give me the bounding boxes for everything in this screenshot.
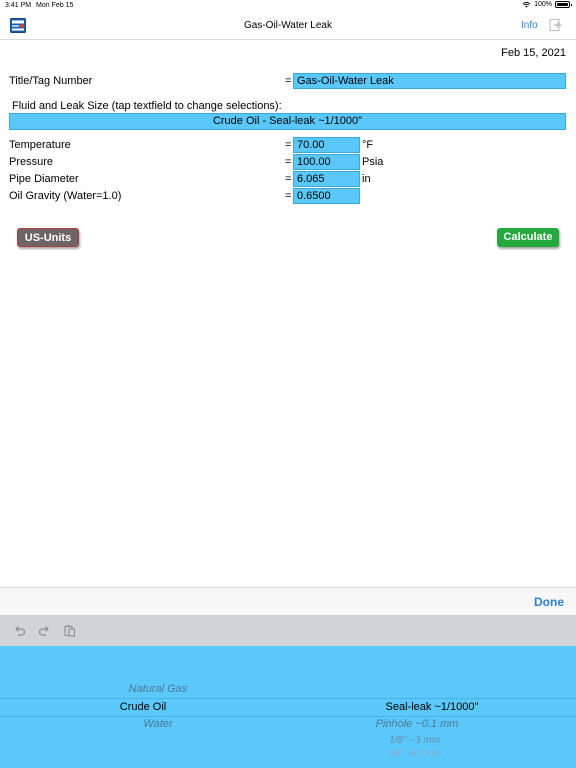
- done-button[interactable]: Done: [534, 595, 564, 609]
- picker-fluid-selected[interactable]: Crude Oil: [93, 701, 193, 713]
- picker-size-option[interactable]: 1/4" ~6.3 mm: [342, 748, 487, 758]
- pressure-equals: =: [285, 156, 292, 168]
- pressure-unit: Psia: [362, 156, 384, 168]
- battery-icon: [555, 1, 572, 8]
- status-right: 100%: [522, 1, 572, 8]
- pressure-field[interactable]: 100.00: [293, 154, 360, 170]
- battery-percent: 100%: [534, 1, 552, 8]
- status-bar: 3:41 PM Mon Feb 15 100%: [0, 0, 576, 12]
- temperature-field[interactable]: 70.00: [293, 137, 360, 153]
- temperature-label: Temperature: [9, 139, 71, 151]
- pipe-diameter-equals: =: [285, 173, 292, 185]
- nav-title: Gas-Oil-Water Leak: [244, 20, 332, 31]
- us-units-button[interactable]: US-Units: [17, 228, 79, 247]
- paste-icon[interactable]: [63, 624, 76, 637]
- oil-gravity-equals: =: [285, 190, 292, 202]
- picker-size-option[interactable]: 1/8" ~3 mm: [342, 735, 487, 746]
- temperature-equals: =: [285, 139, 292, 151]
- done-bar: Done: [0, 587, 576, 615]
- temperature-unit: °F: [362, 139, 374, 151]
- status-time: 3:41 PM: [5, 2, 32, 9]
- export-icon[interactable]: [549, 17, 565, 33]
- title-label: Title/Tag Number: [9, 75, 93, 87]
- calculate-button[interactable]: Calculate: [497, 228, 559, 247]
- report-date: Feb 15, 2021: [501, 47, 566, 59]
- title-field[interactable]: Gas-Oil-Water Leak: [293, 73, 566, 89]
- fluid-label: Fluid and Leak Size (tap textfield to ch…: [12, 100, 282, 112]
- picker-fluid-option[interactable]: Water: [108, 718, 208, 730]
- pipe-diameter-label: Pipe Diameter: [9, 173, 79, 185]
- oil-gravity-field[interactable]: 0.6500: [293, 188, 360, 204]
- nav-bar: Gas-Oil-Water Leak Info: [0, 12, 576, 40]
- picker-size-option[interactable]: Pinhole ~0.1 mm: [342, 718, 492, 730]
- picker-fluid-option[interactable]: Natural Gas: [108, 683, 208, 695]
- keyboard-toolbar: [0, 615, 576, 646]
- fluid-leak-picker[interactable]: Natural Gas Crude Oil Water Seal-leak ~1…: [0, 646, 576, 768]
- info-button[interactable]: Info: [521, 20, 538, 31]
- pressure-label: Pressure: [9, 156, 54, 168]
- status-date: Mon Feb 15: [36, 2, 74, 9]
- picker-size-selected[interactable]: Seal-leak ~1/1000": [357, 701, 507, 713]
- redo-icon[interactable]: [38, 624, 51, 637]
- oil-gravity-label: Oil Gravity (Water=1.0): [9, 190, 122, 202]
- pipe-diameter-field[interactable]: 6.065: [293, 171, 360, 187]
- wifi-icon: [522, 1, 531, 8]
- title-equals: =: [285, 75, 292, 87]
- fluid-leak-selector[interactable]: Crude Oil - Seal-leak ~1/1000": [9, 113, 566, 130]
- pipe-diameter-unit: in: [362, 173, 371, 185]
- undo-icon[interactable]: [13, 624, 26, 637]
